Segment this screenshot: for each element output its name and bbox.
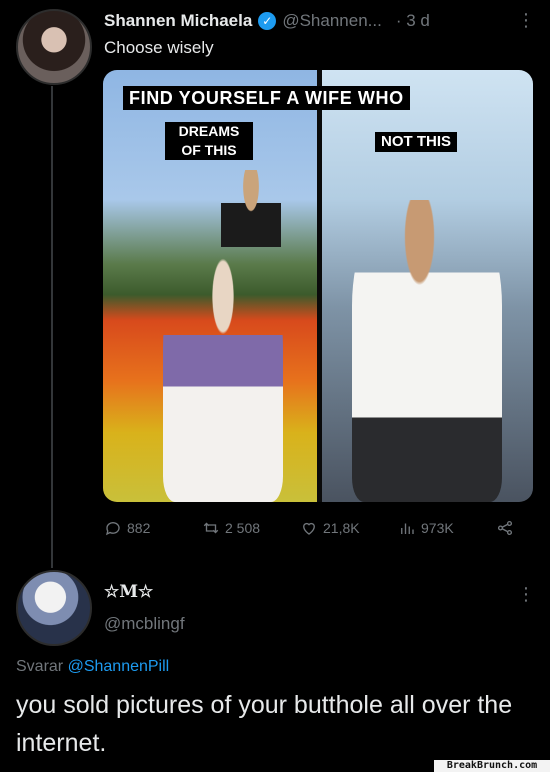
views-button[interactable]: 973K: [398, 516, 454, 540]
mother-figure: [163, 245, 283, 502]
watermark: BreakBrunch.com: [434, 760, 550, 772]
original-tweet[interactable]: Shannen Michaela ✓ @Shannen... · 3 d ⋮ C…: [0, 0, 550, 568]
image-headline: FIND YOURSELF A WIFE WHO: [123, 86, 410, 110]
reply-button[interactable]: 882: [104, 516, 150, 540]
views-icon: [401, 523, 414, 534]
child-figure: [221, 170, 281, 280]
reply-author-handle[interactable]: @mcblingf: [104, 614, 185, 634]
image-label-not-this: NOT THIS: [375, 132, 457, 152]
like-icon: [303, 522, 315, 535]
verified-badge-icon: ✓: [258, 12, 277, 30]
reply-author-avatar[interactable]: [16, 570, 92, 646]
like-count: 21,8K: [323, 520, 360, 536]
author-handle[interactable]: @Shannen...: [282, 11, 382, 31]
reply-icon: [105, 522, 120, 536]
tweet-actions: 882 2 508 21,8K 973K: [104, 516, 524, 540]
reply-count: 882: [127, 520, 151, 536]
image-label-dreams: DREAMS OF THIS: [165, 122, 253, 160]
thread-line: [51, 86, 53, 568]
retweet-icon: [203, 522, 219, 534]
reply-tweet[interactable]: ☆M☆ @mcblingf ⋮ Svarar @ShannenPill you …: [0, 562, 550, 772]
reply-author-name[interactable]: ☆M☆: [104, 582, 153, 602]
tweet-header: Shannen Michaela ✓ @Shannen... · 3 d: [104, 10, 430, 32]
share-icon: [497, 520, 513, 536]
author-name[interactable]: Shannen Michaela: [104, 11, 252, 31]
replying-prefix: Svarar: [16, 658, 68, 675]
more-icon[interactable]: ⋮: [517, 584, 535, 605]
tweet-time[interactable]: · 3 d: [396, 11, 430, 31]
retweet-button[interactable]: 2 508: [202, 516, 260, 540]
reply-text: you sold pictures of your butthole all o…: [16, 691, 513, 757]
retweet-count: 2 508: [225, 520, 261, 536]
tweet-text: Choose wisely: [104, 38, 214, 57]
views-count: 973K: [421, 520, 454, 536]
share-button[interactable]: [496, 516, 514, 540]
more-icon[interactable]: ⋮: [517, 10, 535, 31]
image-label-dreams-line1: DREAMS: [178, 123, 240, 139]
tweet-image[interactable]: FIND YOURSELF A WIFE WHO DREAMS OF THIS …: [103, 70, 533, 502]
like-button[interactable]: 21,8K: [300, 516, 360, 540]
author-avatar[interactable]: [16, 9, 92, 85]
businesswoman-figure: [352, 200, 502, 502]
replying-to: Svarar @ShannenPill: [16, 658, 169, 676]
replying-to-mention[interactable]: @ShannenPill: [68, 658, 170, 675]
image-label-dreams-line2: OF THIS: [181, 142, 237, 158]
